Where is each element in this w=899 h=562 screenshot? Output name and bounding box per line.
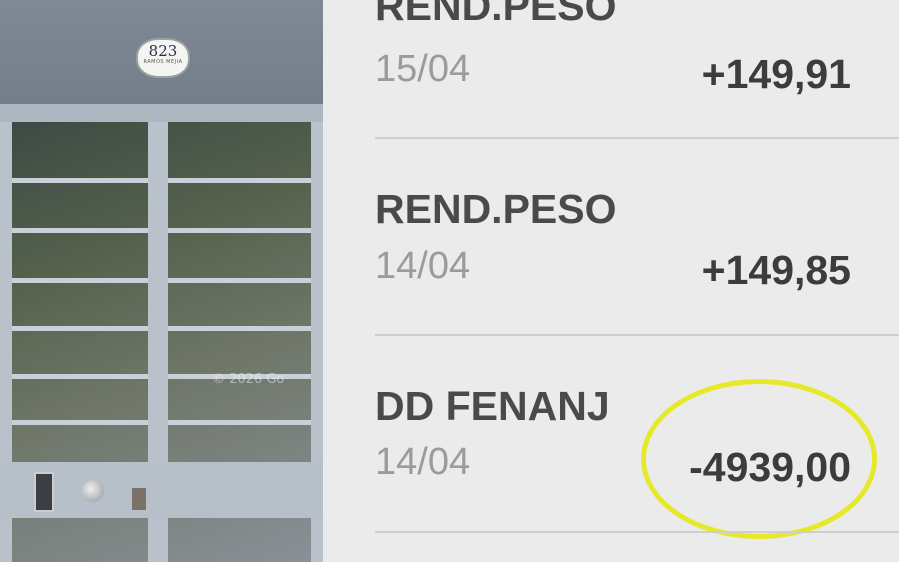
door-lintel xyxy=(0,104,323,122)
door-knob-icon xyxy=(82,480,104,502)
transaction-description: REND.PESO xyxy=(375,186,617,232)
transaction-date: 14/04 xyxy=(375,245,471,287)
row-divider xyxy=(375,334,899,336)
transaction-date: 15/04 xyxy=(375,48,471,90)
transaction-description: REND.PESO xyxy=(375,0,617,29)
transaction-amount: +149,91 xyxy=(701,51,851,97)
house-number: 823 xyxy=(148,42,178,60)
transaction-amount: -4939,00 xyxy=(689,444,851,490)
row-divider xyxy=(375,137,899,139)
photo-watermark: © 2026 Go xyxy=(212,372,285,387)
house-number-plate: 823 RAMOS MEJIA xyxy=(136,38,190,78)
building-entrance-photo: 823 RAMOS MEJIA © 2026 Go xyxy=(0,0,323,562)
transaction-description: DD FENANJ xyxy=(375,383,610,429)
transaction-list: REND.PESO 15/04 +149,91 REND.PESO 14/04 … xyxy=(323,0,899,562)
latch-icon xyxy=(132,488,146,510)
transaction-date: 14/04 xyxy=(375,441,471,483)
plate-caption: RAMOS MEJIA xyxy=(143,59,183,65)
intercom-icon xyxy=(34,472,54,512)
transaction-amount: +149,85 xyxy=(701,247,851,293)
row-divider xyxy=(375,531,899,533)
